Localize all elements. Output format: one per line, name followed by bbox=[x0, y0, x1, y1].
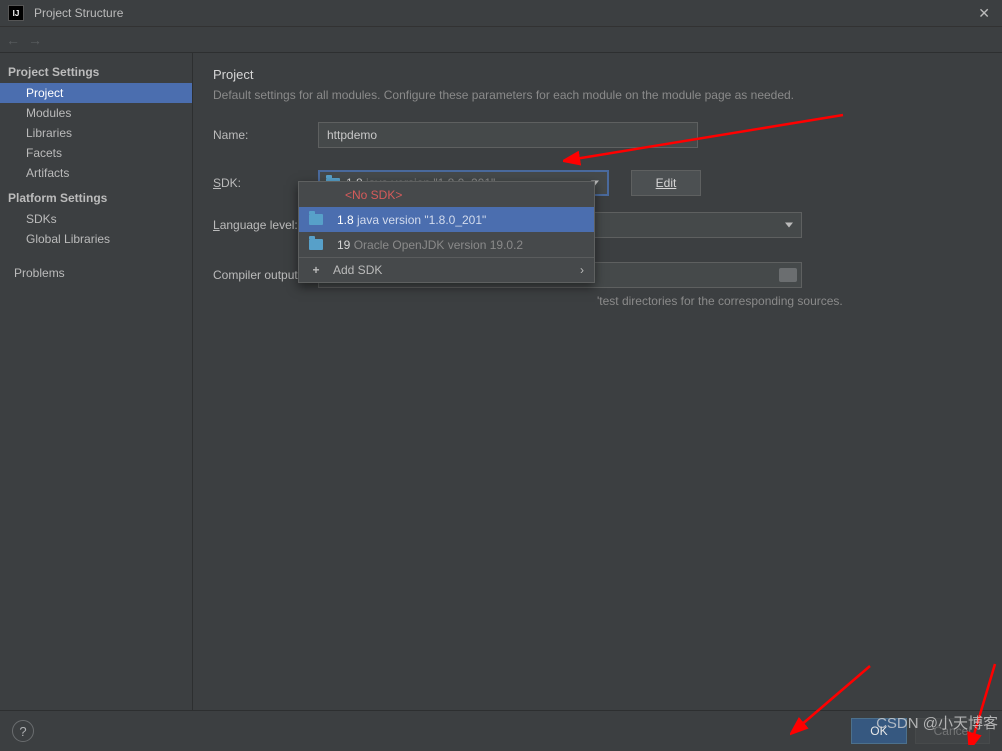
browse-folder-icon[interactable] bbox=[779, 268, 797, 282]
dropdown-item-jdk19[interactable]: 19 Oracle OpenJDK version 19.0.2 bbox=[299, 232, 594, 257]
edit-button[interactable]: Edit bbox=[631, 170, 701, 196]
sidebar-heading-project: Project Settings bbox=[0, 63, 192, 83]
name-label: Name: bbox=[213, 128, 318, 142]
sidebar-item-global-libraries[interactable]: Global Libraries bbox=[0, 229, 192, 249]
compiler-hint: 'test directories for the corresponding … bbox=[597, 294, 982, 308]
sdk-dropdown-list: <No SDK> 1.8 java version "1.8.0_201" 19… bbox=[298, 181, 595, 283]
section-description: Default settings for all modules. Config… bbox=[213, 88, 982, 102]
folder-icon bbox=[309, 214, 323, 225]
sidebar-item-facets[interactable]: Facets bbox=[0, 143, 192, 163]
sidebar-item-sdks[interactable]: SDKs bbox=[0, 209, 192, 229]
sidebar-item-modules[interactable]: Modules bbox=[0, 103, 192, 123]
app-icon: IJ bbox=[8, 5, 24, 21]
section-title: Project bbox=[213, 67, 982, 82]
sidebar-item-project[interactable]: Project bbox=[0, 83, 192, 103]
sidebar: Project Settings Project Modules Librari… bbox=[0, 53, 193, 710]
ok-button[interactable]: OK bbox=[851, 718, 906, 744]
folder-icon bbox=[309, 239, 323, 250]
nav-toolbar: ← → bbox=[0, 27, 1002, 53]
plus-icon: + bbox=[309, 263, 323, 277]
cancel-button[interactable]: Cancel bbox=[915, 718, 990, 744]
name-input[interactable] bbox=[318, 122, 698, 148]
dropdown-item-jdk18[interactable]: 1.8 java version "1.8.0_201" bbox=[299, 207, 594, 232]
titlebar: IJ Project Structure ✕ bbox=[0, 0, 1002, 27]
sidebar-heading-platform: Platform Settings bbox=[0, 189, 192, 209]
window-title: Project Structure bbox=[34, 6, 974, 20]
name-row: Name: bbox=[213, 122, 982, 148]
content-panel: Project Default settings for all modules… bbox=[193, 53, 1002, 710]
chevron-right-icon: › bbox=[580, 263, 584, 277]
back-arrow-icon[interactable]: ← bbox=[6, 32, 20, 48]
chevron-down-icon bbox=[785, 223, 793, 228]
dropdown-item-add-sdk[interactable]: +Add SDK › bbox=[299, 257, 594, 282]
sidebar-item-libraries[interactable]: Libraries bbox=[0, 123, 192, 143]
dropdown-item-no-sdk[interactable]: <No SDK> bbox=[299, 182, 594, 207]
dialog-footer: ? OK Cancel bbox=[0, 710, 1002, 751]
close-icon[interactable]: ✕ bbox=[974, 5, 994, 22]
sidebar-item-problems[interactable]: Problems bbox=[0, 263, 192, 283]
forward-arrow-icon[interactable]: → bbox=[28, 32, 42, 48]
help-icon[interactable]: ? bbox=[12, 720, 34, 742]
sidebar-item-artifacts[interactable]: Artifacts bbox=[0, 163, 192, 183]
